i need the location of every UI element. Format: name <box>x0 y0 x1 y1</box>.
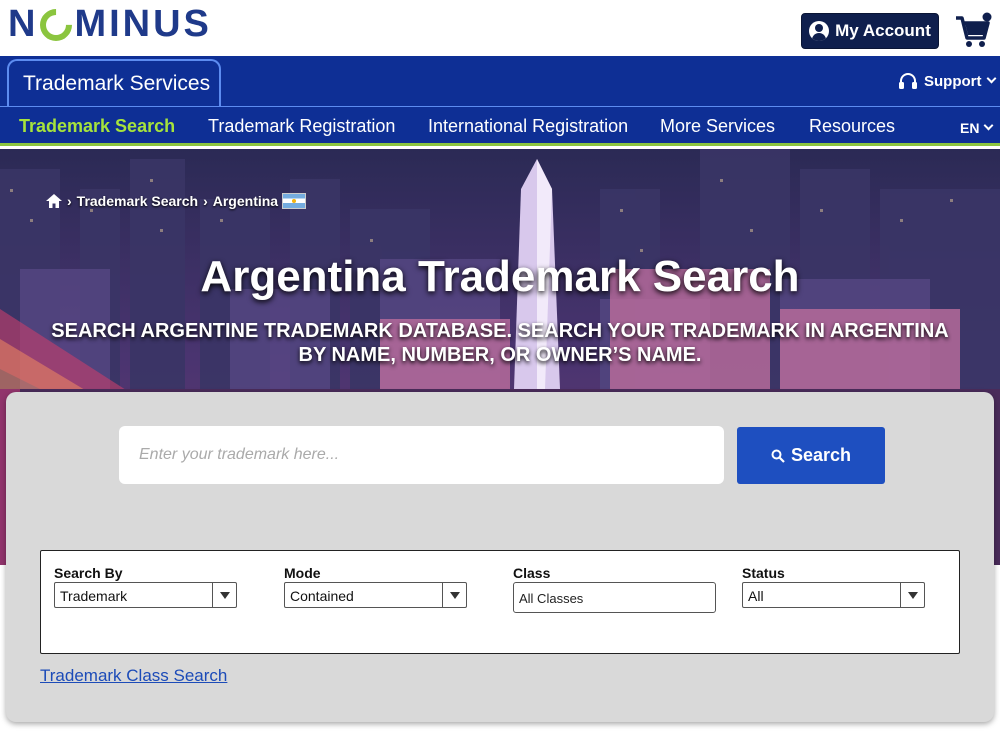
chevron-down-icon <box>984 120 994 130</box>
my-account-label: My Account <box>835 21 931 40</box>
mode-label: Mode <box>284 565 321 581</box>
nominus-logo[interactable]: N MINUS <box>8 2 212 48</box>
search-button[interactable]: Search <box>737 427 885 484</box>
nav-item-resources[interactable]: Resources <box>809 116 895 137</box>
breadcrumb-argentina: Argentina <box>212 193 279 209</box>
main-nav: Trademark Search Trademark Registration … <box>0 106 1000 146</box>
chevron-down-icon <box>442 583 466 607</box>
search-by-field: Search By Trademark <box>54 565 237 608</box>
status-label: Status <box>742 565 785 581</box>
page-subtitle-line-2: BY NAME, NUMBER, OR OWNER’S NAME. <box>298 344 702 366</box>
chevron-down-icon <box>212 583 236 607</box>
trademark-class-search-link[interactable]: Trademark Class Search <box>40 666 227 686</box>
trademark-search-input[interactable] <box>119 426 724 484</box>
page-subtitle-line-1: SEARCH ARGENTINE TRADEMARK DATABASE. SEA… <box>51 320 949 342</box>
breadcrumb-trademark-search[interactable]: Trademark Search <box>77 193 198 209</box>
chevron-down-icon <box>986 73 996 83</box>
mode-select[interactable]: Contained <box>284 582 467 608</box>
breadcrumb-separator: › <box>203 193 208 209</box>
tab-trademark-services-label: Trademark Services <box>23 71 211 95</box>
home-icon[interactable] <box>46 194 62 208</box>
search-by-label: Search By <box>54 565 123 581</box>
service-bar: Trademark Services Support <box>0 56 1000 106</box>
tab-trademark-services[interactable]: Trademark Services <box>7 59 221 106</box>
logo-letter-n: N <box>8 2 39 45</box>
search-filters: Search By Trademark Mode Contained Class… <box>40 550 960 654</box>
mode-value: Contained <box>290 588 354 604</box>
status-field: Status All <box>742 565 925 608</box>
class-field: Class All Classes <box>513 565 716 613</box>
search-icon <box>771 449 785 463</box>
top-header: N MINUS My Account <box>0 0 1000 56</box>
nav-item-international-registration[interactable]: International Registration <box>428 116 628 137</box>
logo-o-ring-icon <box>33 2 80 48</box>
logo-text-rest: MINUS <box>74 2 212 45</box>
search-panel: Search Search By Trademark Mode Containe… <box>6 392 994 722</box>
breadcrumb: › Trademark Search › Argentina <box>46 193 307 209</box>
class-input[interactable]: All Classes <box>513 582 716 613</box>
search-button-label: Search <box>790 445 852 465</box>
support-menu[interactable]: Support <box>898 72 996 90</box>
chevron-down-icon <box>900 583 924 607</box>
status-value: All <box>748 588 764 604</box>
language-label: EN <box>960 120 980 136</box>
search-by-select[interactable]: Trademark <box>54 582 237 608</box>
argentina-flag-icon <box>282 193 307 209</box>
search-by-value: Trademark <box>60 588 128 604</box>
support-label: Support <box>924 72 982 90</box>
page-subtitle: SEARCH ARGENTINE TRADEMARK DATABASE. SEA… <box>20 319 980 367</box>
page-title: Argentina Trademark Search <box>200 252 800 301</box>
status-select[interactable]: All <box>742 582 925 608</box>
shopping-cart-icon[interactable] <box>954 12 992 50</box>
language-selector[interactable]: EN <box>960 120 994 136</box>
headset-icon <box>899 73 917 89</box>
user-icon <box>809 21 830 41</box>
breadcrumb-separator: › <box>67 193 72 209</box>
nav-item-more-services[interactable]: More Services <box>660 116 775 137</box>
nav-item-trademark-search[interactable]: Trademark Search <box>19 116 175 137</box>
nav-item-trademark-registration[interactable]: Trademark Registration <box>208 116 395 137</box>
mode-field: Mode Contained <box>284 565 467 608</box>
class-label: Class <box>513 565 551 581</box>
my-account-button[interactable]: My Account <box>801 13 939 49</box>
